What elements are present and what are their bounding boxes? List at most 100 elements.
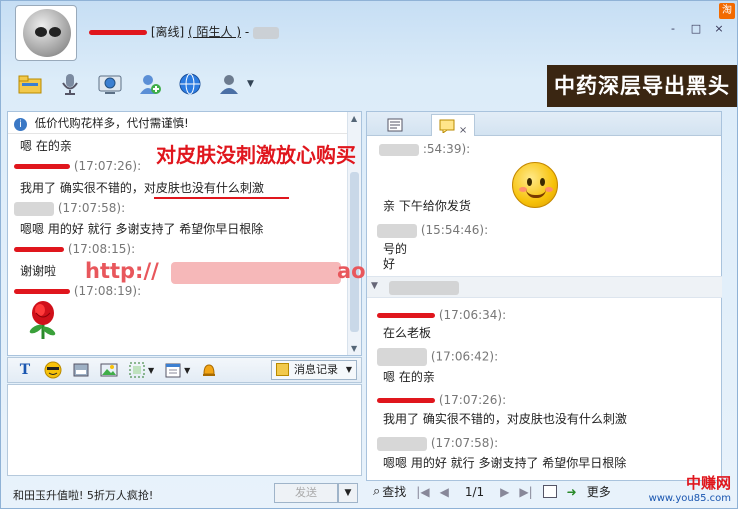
avatar[interactable] [15, 5, 77, 61]
export-icon[interactable]: ➜ [567, 485, 577, 499]
microphone-icon[interactable] [57, 71, 83, 97]
info-icon: i [14, 118, 27, 131]
message-time: (17:07:26): [73, 159, 142, 173]
screen-capture-icon[interactable] [128, 361, 146, 379]
globe-icon[interactable] [177, 71, 203, 97]
chat-message-header: (17:07:26): [377, 393, 506, 407]
chat-message-header: (15:54:46): [377, 223, 488, 238]
close-button[interactable]: × [709, 21, 729, 37]
close-icon[interactable]: × [459, 125, 467, 136]
overlay-title: 对皮肤没刺激放心购买 [156, 143, 356, 167]
more-label[interactable]: 更多 [587, 483, 611, 500]
chevron-down-icon[interactable]: ▼ [184, 366, 190, 375]
promo-text[interactable]: 和田玉升值啦! 5折万人疯抢! [13, 487, 153, 503]
prev-page-icon[interactable]: ◀ [440, 485, 449, 499]
message-time: :54:39): [422, 142, 471, 156]
chat-message-header: (17:07:58): [14, 201, 125, 216]
calendar-icon[interactable] [542, 485, 557, 498]
chat-message-header: :54:39): [379, 142, 470, 156]
rose-emoticon-icon [22, 299, 64, 341]
history-separator: ▼ [367, 276, 722, 298]
chat-message: 在么老板 [383, 324, 431, 341]
chat-message-header: (17:07:58): [377, 436, 498, 451]
add-contact-icon[interactable] [137, 71, 163, 97]
message-time: (17:08:19): [73, 284, 142, 298]
format-toolbar: T ▼ ▼ 消息记录 ▼ [7, 357, 362, 383]
message-text: 亲 下午给你发货 [383, 199, 471, 213]
watermark-line1: 中赚网 [685, 474, 731, 492]
calendar-icon[interactable] [164, 361, 182, 379]
redacted-sender [377, 313, 435, 318]
first-page-icon[interactable]: |◀ [416, 485, 429, 499]
redacted-sender [14, 201, 54, 216]
notice-text: 低价代购花样多，代付需谨慎! [34, 116, 189, 130]
message-time: (17:08:15): [67, 242, 136, 256]
highlight-underline [154, 197, 289, 199]
search-icon[interactable]: ⌕ [373, 484, 380, 499]
smiley-emoticon-icon [512, 162, 558, 208]
message-history-button[interactable]: 消息记录 ▼ [271, 360, 357, 380]
webcam-icon[interactable] [97, 71, 123, 97]
next-page-icon[interactable]: ▶ [500, 485, 509, 499]
chat-message-header: (17:08:15): [14, 242, 135, 256]
history-label: 消息记录 [294, 363, 338, 376]
chevron-down-icon[interactable]: ▼ [148, 366, 154, 375]
last-page-icon[interactable]: ▶| [519, 485, 532, 499]
redacted-signature [253, 26, 280, 39]
chat-message-header: (17:06:34): [377, 308, 506, 322]
redacted-sender [14, 289, 70, 294]
history-nav-bar: ⌕ 查找 |◀ ◀ 1/1 ▶ ▶| ➜ 更多 [373, 483, 611, 500]
redacted-name [89, 30, 147, 35]
title-dash: - [244, 25, 250, 39]
history-icon [276, 363, 289, 376]
font-icon[interactable]: T [16, 361, 34, 379]
maximize-button[interactable]: □ [686, 21, 706, 37]
emoticon-icon[interactable] [44, 361, 62, 379]
redacted-sender [377, 398, 435, 403]
message-text: 好 [383, 257, 396, 271]
message-text: 在么老板 [383, 326, 432, 340]
message-input[interactable] [7, 384, 362, 476]
message-text: 嗯嗯 用的好 就行 多谢支持了 希望你早日根除 [383, 456, 627, 470]
chevron-down-icon: ▼ [345, 365, 352, 374]
chat-toolbar: ▼ [17, 71, 254, 97]
bell-icon[interactable] [200, 361, 218, 379]
contact-relation[interactable]: ( 陌生人 ) [188, 25, 241, 39]
chat-message-header: (17:07:26): [14, 159, 141, 173]
chat-message-header: (17:08:19): [14, 284, 141, 298]
screenshot-icon[interactable] [72, 361, 90, 379]
tab-chat-log[interactable]: × [431, 114, 475, 136]
url-suffix: ao [337, 259, 366, 283]
chat-message-header: (17:06:42): [377, 348, 498, 366]
scroll-thumb[interactable] [350, 172, 359, 332]
message-time: (17:07:26): [438, 393, 507, 407]
user-settings-icon[interactable] [217, 71, 243, 97]
send-options-dropdown[interactable]: ▼ [338, 483, 358, 503]
chat-message: 嗯 在的亲 [20, 137, 72, 154]
contact-title: [离线] ( 陌生人 ) - [89, 23, 280, 40]
chat-message: 我用了 确实很不错的，对皮肤也没有什么刺激 [20, 179, 264, 196]
watermark-line2: www.you85.com [648, 493, 731, 504]
chat-message: 好 [383, 255, 395, 272]
minimize-button[interactable]: - [663, 21, 683, 37]
find-button[interactable]: 查找 [382, 483, 406, 500]
image-icon[interactable] [100, 361, 118, 379]
redacted-sender [379, 143, 419, 156]
message-time: (17:07:58): [57, 201, 126, 215]
right-tabs: × [367, 112, 721, 136]
chat-message: 嗯嗯 用的好 就行 多谢支持了 希望你早日根除 [20, 220, 263, 237]
corner-tag[interactable]: 淘 [719, 3, 735, 19]
folder-icon[interactable] [17, 71, 43, 97]
security-notice: i 低价代购花样多，代付需谨慎! [8, 112, 361, 134]
redacted-sender [377, 348, 427, 366]
send-button[interactable]: 发送 [274, 483, 338, 503]
chevron-down-icon[interactable]: ▼ [247, 79, 254, 89]
chevron-down-icon[interactable]: ▼ [371, 281, 378, 291]
message-text: 嗯 在的亲 [383, 370, 435, 384]
message-text: 谢谢啦 [20, 264, 57, 278]
avatar-face-icon [23, 9, 71, 57]
page-indicator: 1/1 [464, 484, 485, 499]
watermark-logo: 中赚网 www.you85.com [649, 472, 731, 504]
tab-profile[interactable] [373, 114, 417, 136]
message-text: 我用了 确实很不错的，对皮肤也没有什么刺激 [383, 412, 627, 426]
